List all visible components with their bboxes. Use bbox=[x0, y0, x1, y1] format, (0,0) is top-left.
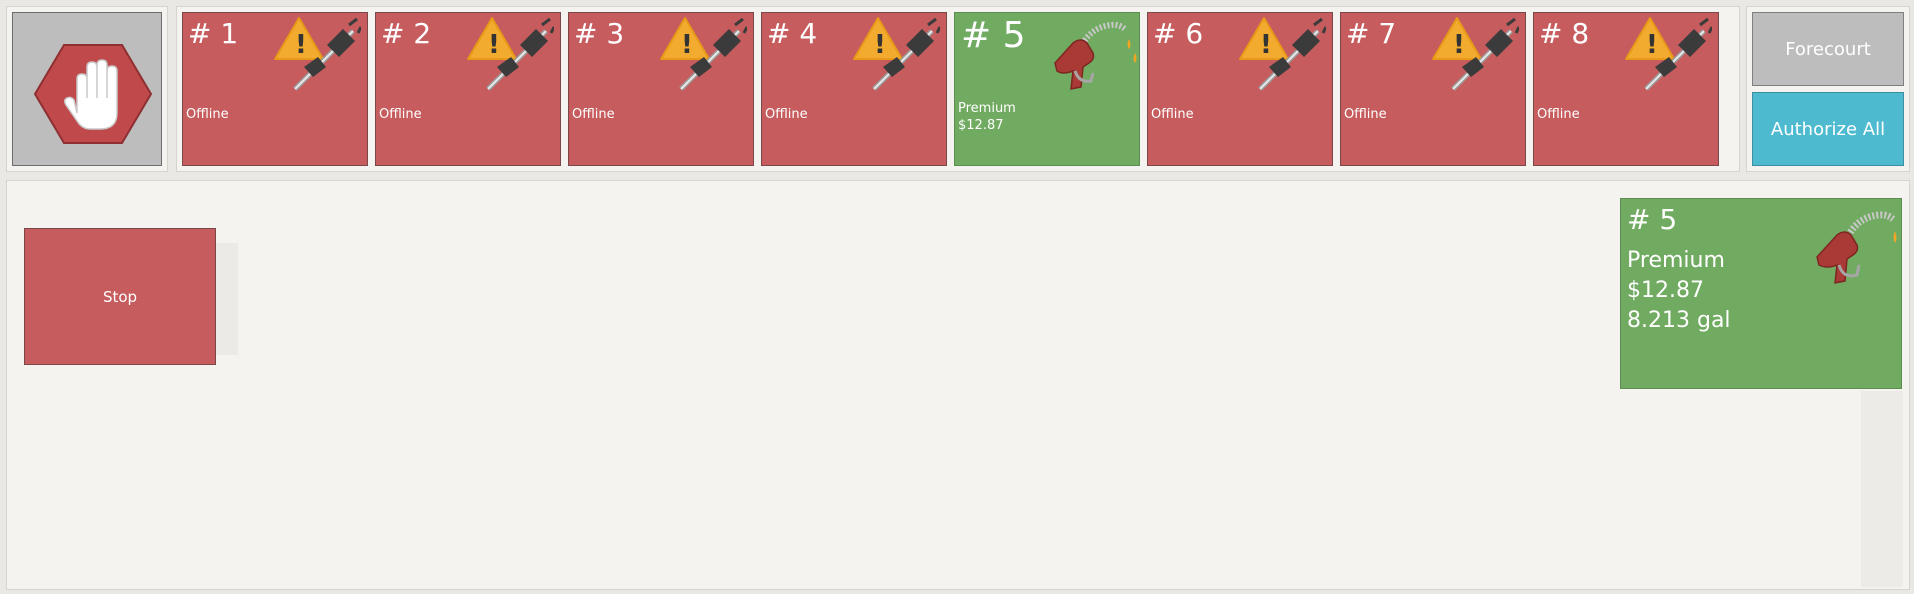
fuel-nozzle-icon bbox=[1049, 17, 1139, 101]
selected-pump-amount: $12.87 bbox=[1627, 278, 1704, 303]
pump-status: Offline bbox=[186, 107, 229, 122]
pump-number: # 1 bbox=[188, 17, 239, 50]
pump-status: Offline bbox=[1344, 107, 1387, 122]
pump-tile-3[interactable]: # 3 ! Offline bbox=[568, 12, 754, 166]
pump-number: # 7 bbox=[1346, 17, 1397, 50]
pump-tile-8[interactable]: # 8 ! Offline bbox=[1533, 12, 1719, 166]
warning-disconnected-plug-icon: ! bbox=[850, 15, 942, 97]
pump-number: # 8 bbox=[1539, 17, 1590, 50]
pump-number: # 2 bbox=[381, 17, 432, 50]
pump-status: Offline bbox=[379, 107, 422, 122]
pump-number: # 6 bbox=[1153, 17, 1204, 50]
pump-amount: $12.87 bbox=[958, 118, 1004, 133]
pump-tile-5[interactable]: # 5 Premium $12.87 bbox=[954, 12, 1140, 166]
pump-tile-2[interactable]: # 2 ! Offline bbox=[375, 12, 561, 166]
svg-text:!: ! bbox=[488, 30, 500, 60]
warning-disconnected-plug-icon: ! bbox=[657, 15, 749, 97]
selected-pump-grade: Premium bbox=[1627, 248, 1725, 273]
pump-tile-4[interactable]: # 4 ! Offline bbox=[761, 12, 947, 166]
pump-tile-1[interactable]: # 1 ! Offline bbox=[182, 12, 368, 166]
warning-disconnected-plug-icon: ! bbox=[464, 15, 556, 97]
pump-detail-panel: Stop # 5 Premium $12.87 8.213 gal bbox=[6, 180, 1910, 590]
forecourt-actions-panel: Forecourt Authorize All bbox=[1746, 6, 1910, 172]
fuel-nozzle-icon bbox=[1809, 203, 1899, 297]
emergency-stop-all-button[interactable] bbox=[12, 12, 162, 166]
warning-disconnected-plug-icon: ! bbox=[1236, 15, 1328, 97]
stop-button-shadow bbox=[216, 243, 238, 355]
stop-hand-icon bbox=[33, 44, 153, 144]
warning-disconnected-plug-icon: ! bbox=[271, 15, 363, 97]
pump-number: # 3 bbox=[574, 17, 625, 50]
detail-scroll-area bbox=[1861, 391, 1903, 587]
pump-tile-6[interactable]: # 6 ! Offline bbox=[1147, 12, 1333, 166]
authorize-all-button[interactable]: Authorize All bbox=[1752, 92, 1904, 166]
svg-text:!: ! bbox=[1260, 30, 1272, 60]
warning-disconnected-plug-icon: ! bbox=[1622, 15, 1714, 97]
svg-text:!: ! bbox=[1646, 30, 1658, 60]
pump-tile-7[interactable]: # 7 ! Offline bbox=[1340, 12, 1526, 166]
pump-status: Offline bbox=[1537, 107, 1580, 122]
selected-pump-volume: 8.213 gal bbox=[1627, 308, 1731, 333]
pump-grade: Premium bbox=[958, 101, 1016, 116]
svg-text:!: ! bbox=[1453, 30, 1465, 60]
svg-text:!: ! bbox=[295, 30, 307, 60]
svg-text:!: ! bbox=[874, 30, 886, 60]
pump-status: Offline bbox=[1151, 107, 1194, 122]
svg-text:!: ! bbox=[681, 30, 693, 60]
pump-grid: # 1 ! Offline # 2 ! Offline # 3 ! Offlin… bbox=[176, 6, 1740, 172]
selected-pump-number: # 5 bbox=[1627, 203, 1678, 236]
pump-status: Offline bbox=[572, 107, 615, 122]
stop-button[interactable]: Stop bbox=[24, 228, 216, 365]
pump-number: # 4 bbox=[767, 17, 818, 50]
emergency-stop-panel bbox=[6, 6, 168, 172]
selected-pump-card[interactable]: # 5 Premium $12.87 8.213 gal bbox=[1620, 198, 1902, 389]
pump-status: Offline bbox=[765, 107, 808, 122]
forecourt-button[interactable]: Forecourt bbox=[1752, 12, 1904, 86]
warning-disconnected-plug-icon: ! bbox=[1429, 15, 1521, 97]
pump-number: # 5 bbox=[961, 15, 1026, 56]
